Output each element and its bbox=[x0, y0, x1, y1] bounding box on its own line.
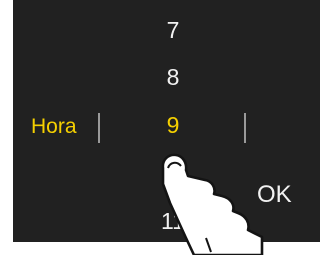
hour-option-8[interactable]: 8 bbox=[138, 63, 208, 91]
hour-option-7[interactable]: 7 bbox=[138, 16, 208, 44]
time-picker-screen: Hora 7 8 9 10 11 OK bbox=[13, 0, 320, 242]
hour-label: Hora bbox=[31, 115, 77, 138]
right-divider bbox=[244, 113, 246, 143]
hour-option-11[interactable]: 11 bbox=[138, 207, 208, 235]
ok-button[interactable]: OK bbox=[257, 180, 292, 210]
hour-option-10[interactable]: 10 bbox=[138, 158, 208, 186]
left-divider bbox=[98, 113, 100, 143]
hour-option-selected-9[interactable]: 9 bbox=[138, 111, 208, 139]
